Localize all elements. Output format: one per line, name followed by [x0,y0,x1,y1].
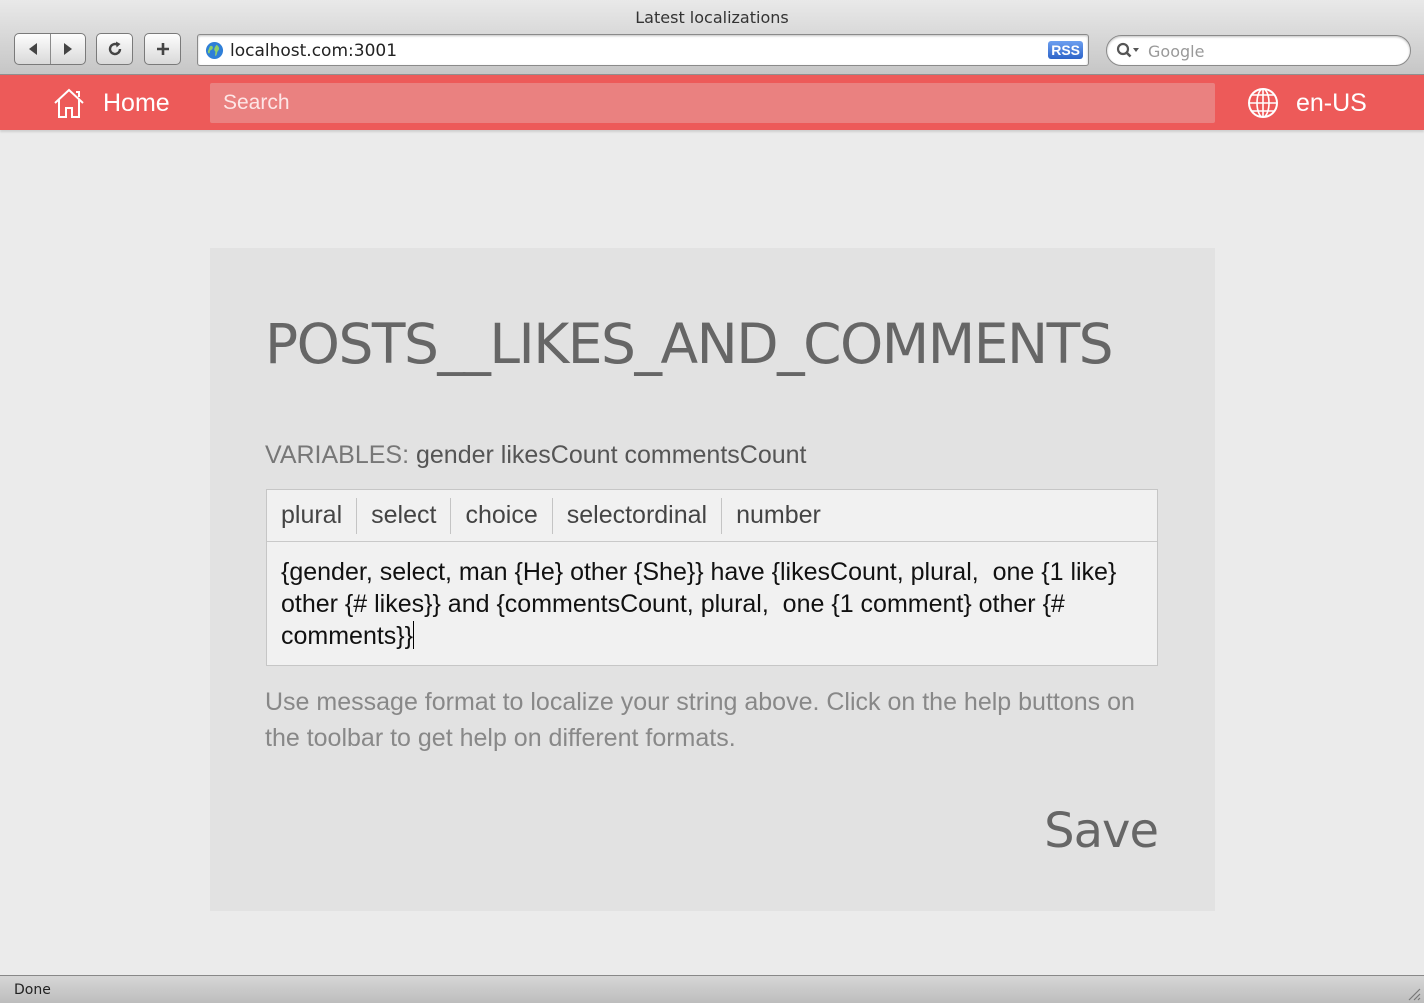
forward-button[interactable] [50,34,85,64]
localization-card: POSTS__LIKES_AND_COMMENTS VARIABLES: gen… [210,248,1215,911]
home-icon [54,88,84,118]
forward-arrow-icon [64,43,72,55]
text-caret [413,621,415,649]
toolbar-plural-button[interactable]: plural [267,497,358,534]
app-search-input[interactable] [210,83,1215,123]
status-bar: Done [0,975,1424,1003]
back-arrow-icon [28,43,37,55]
toolbar-selectordinal-button[interactable]: selectordinal [553,497,723,534]
rss-button[interactable]: RSS [1048,41,1083,59]
plus-icon [156,43,169,55]
back-button[interactable] [15,34,50,64]
search-icon [1116,42,1139,58]
globe-outline-icon [1248,88,1278,118]
status-text: Done [14,982,51,998]
save-button[interactable]: Save [1044,803,1159,859]
app-navbar: Home en-US [0,75,1424,130]
browser-search-field[interactable]: Google [1106,35,1411,66]
browser-chrome: Latest localizations localhost.com:3001 … [0,0,1424,75]
browser-search-placeholder: Google [1148,42,1205,61]
variables-line: VARIABLES: gender likesCount commentsCou… [265,441,806,470]
new-tab-group [144,33,181,65]
message-textarea[interactable]: {gender, select, man {He} other {She}} h… [267,542,1157,666]
url-text: localhost.com:3001 [230,41,398,61]
resize-grip-icon[interactable] [1405,985,1421,1001]
format-toolbar: plural select choice selectordinal numbe… [267,490,1157,542]
home-link[interactable]: Home [52,83,170,123]
home-label: Home [103,88,170,117]
globe-icon [205,41,224,60]
toolbar-choice-button[interactable]: choice [451,497,553,534]
toolbar-number-button[interactable]: number [722,498,835,534]
reload-icon [108,41,121,56]
message-text: {gender, select, man {He} other {She}} h… [281,558,1124,650]
reload-button[interactable] [97,34,132,64]
variables-value: gender likesCount commentsCount [416,441,807,469]
toolbar-select-button[interactable]: select [357,497,452,534]
window-title: Latest localizations [635,8,789,27]
back-forward-group [14,33,86,65]
reload-group [96,33,133,65]
locale-label: en-US [1296,88,1367,117]
variables-label: VARIABLES: [265,441,410,469]
message-editor: plural select choice selectordinal numbe… [266,489,1158,666]
help-text: Use message format to localize your stri… [265,688,1135,752]
new-tab-button[interactable] [145,34,180,64]
locale-selector[interactable]: en-US [1246,83,1367,123]
page-title: POSTS__LIKES_AND_COMMENTS [265,312,1114,376]
address-bar[interactable]: localhost.com:3001 RSS [197,34,1089,66]
